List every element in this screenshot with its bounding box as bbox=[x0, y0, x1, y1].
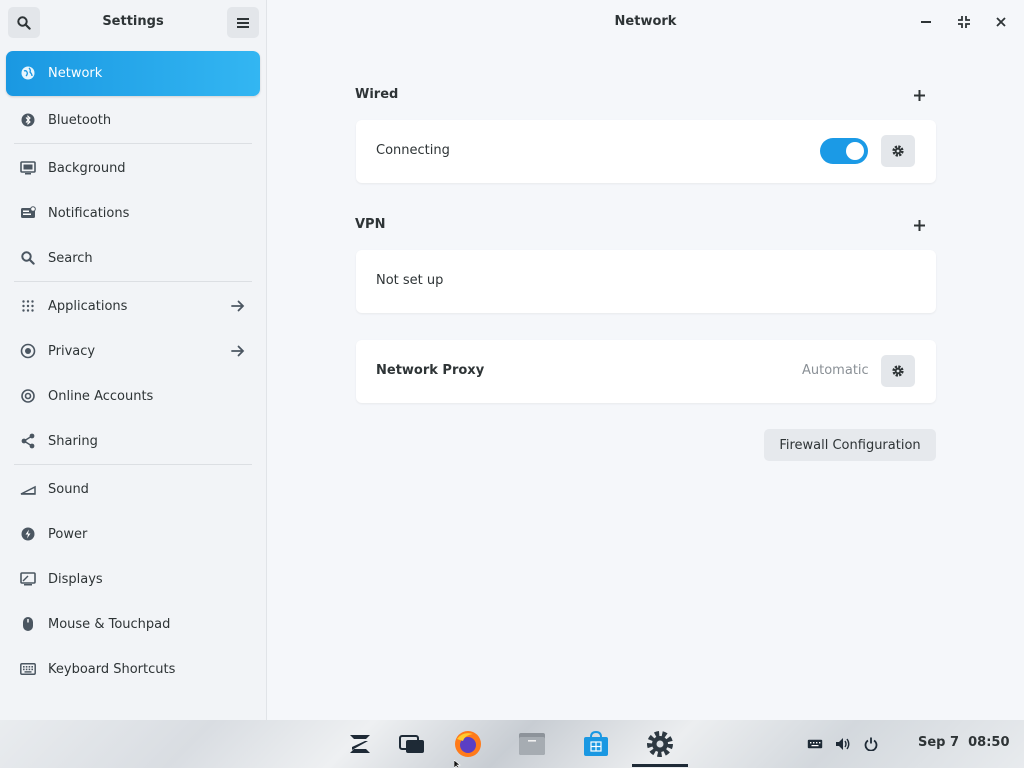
add-wired-button[interactable] bbox=[909, 85, 929, 105]
page-title: Network bbox=[614, 14, 677, 29]
mouse-cursor-icon bbox=[454, 760, 461, 768]
vpn-card: Not set up bbox=[356, 250, 936, 313]
sidebar-item-mouse-touchpad[interactable]: Mouse & Touchpad bbox=[6, 602, 260, 647]
sidebar-item-label: Background bbox=[48, 161, 126, 176]
minimize-icon bbox=[921, 21, 931, 23]
sidebar-item-label: Online Accounts bbox=[48, 389, 154, 404]
proxy-value: Automatic bbox=[802, 363, 869, 378]
privacy-icon bbox=[20, 343, 36, 359]
sidebar-item-keyboard-shortcuts[interactable]: Keyboard Shortcuts bbox=[6, 647, 260, 692]
display-icon bbox=[20, 571, 36, 587]
wired-settings-button[interactable] bbox=[881, 135, 915, 167]
sidebar-item-privacy[interactable]: Privacy bbox=[6, 329, 260, 374]
sidebar-item-background[interactable]: Background bbox=[6, 146, 260, 191]
sidebar-separator bbox=[14, 464, 252, 465]
workspace-icon[interactable] bbox=[396, 728, 428, 760]
sidebar-item-sound[interactable]: Sound bbox=[6, 467, 260, 512]
globe-icon bbox=[20, 65, 36, 81]
sidebar-item-label: Power bbox=[48, 527, 88, 542]
wired-card: Connecting bbox=[356, 120, 936, 183]
proxy-settings-button[interactable] bbox=[881, 355, 915, 387]
zorin-menu-icon[interactable] bbox=[344, 728, 376, 760]
menu-button[interactable] bbox=[227, 7, 259, 38]
arrow-right-icon bbox=[230, 343, 246, 359]
sidebar-item-displays[interactable]: Displays bbox=[6, 557, 260, 602]
sidebar-item-online-accounts[interactable]: Online Accounts bbox=[6, 374, 260, 419]
hamburger-menu-icon bbox=[237, 17, 249, 28]
sidebar-item-label: Search bbox=[48, 251, 93, 266]
sidebar-item-notifications[interactable]: Notifications bbox=[6, 191, 260, 236]
sidebar-item-label: Applications bbox=[48, 299, 128, 314]
clock-time: 08:50 bbox=[968, 735, 1010, 750]
sidebar-item-network[interactable]: Network bbox=[6, 51, 260, 96]
vpn-status: Not set up bbox=[376, 273, 444, 288]
sidebar-item-label: Bluetooth bbox=[48, 113, 112, 128]
sidebar-item-label: Displays bbox=[48, 572, 103, 587]
sidebar-separator bbox=[14, 143, 252, 144]
wired-section-label: Wired bbox=[355, 87, 399, 102]
gear-icon bbox=[892, 365, 904, 377]
sidebar-item-sharing[interactable]: Sharing bbox=[6, 419, 260, 464]
clock-date: Sep 7 bbox=[918, 735, 960, 750]
gear-icon bbox=[892, 145, 904, 157]
sidebar-item-label: Network bbox=[48, 66, 103, 81]
volume-icon[interactable] bbox=[834, 735, 852, 753]
clock[interactable]: Sep 7 08:50 bbox=[918, 735, 1010, 750]
wired-status: Connecting bbox=[376, 143, 450, 158]
sidebar-item-label: Notifications bbox=[48, 206, 130, 221]
sidebar-item-bluetooth[interactable]: Bluetooth bbox=[6, 98, 260, 143]
firewall-configuration-button[interactable]: Firewall Configuration bbox=[764, 429, 936, 461]
sidebar-header: Settings bbox=[0, 0, 266, 45]
search-icon bbox=[20, 250, 36, 266]
arrow-right-icon bbox=[230, 298, 246, 314]
taskbar: Sep 7 08:50 bbox=[0, 720, 1024, 768]
apps-grid-icon bbox=[20, 298, 36, 314]
vpn-section-label: VPN bbox=[355, 217, 386, 232]
keyboard-icon bbox=[20, 661, 36, 677]
background-icon bbox=[20, 160, 36, 176]
wired-toggle[interactable] bbox=[820, 138, 868, 164]
sidebar-item-label: Sharing bbox=[48, 434, 98, 449]
sidebar-separator bbox=[14, 281, 252, 282]
sidebar-item-applications[interactable]: Applications bbox=[6, 284, 260, 329]
sidebar-list: Network Bluetooth Background Notificatio… bbox=[0, 51, 266, 692]
at-sign-icon bbox=[20, 388, 36, 404]
active-app-indicator bbox=[632, 764, 688, 767]
notifications-icon bbox=[20, 205, 36, 221]
sidebar-item-label: Mouse & Touchpad bbox=[48, 617, 171, 632]
add-vpn-button[interactable] bbox=[909, 215, 929, 235]
sidebar-item-label: Privacy bbox=[48, 344, 96, 359]
plus-icon bbox=[913, 219, 925, 231]
mouse-icon bbox=[20, 616, 36, 632]
proxy-label: Network Proxy bbox=[376, 363, 485, 378]
proxy-card[interactable]: Network Proxy Automatic bbox=[356, 340, 936, 403]
sidebar: Settings Network Bluetooth Background No… bbox=[0, 0, 267, 720]
main-panel: Network Wired Connecting VPN Not set up … bbox=[267, 0, 1024, 720]
sidebar-item-label: Sound bbox=[48, 482, 89, 497]
unmaximize-icon bbox=[958, 16, 970, 28]
share-icon bbox=[20, 433, 36, 449]
sidebar-item-search[interactable]: Search bbox=[6, 236, 260, 281]
bluetooth-icon bbox=[20, 112, 36, 128]
power-icon[interactable] bbox=[862, 735, 880, 753]
plus-icon bbox=[913, 89, 925, 101]
settings-gear-icon[interactable] bbox=[644, 728, 676, 760]
software-store-icon[interactable] bbox=[580, 728, 612, 760]
sidebar-item-power[interactable]: Power bbox=[6, 512, 260, 557]
unmaximize-button[interactable] bbox=[954, 12, 974, 32]
power-bolt-icon bbox=[20, 526, 36, 542]
close-button[interactable] bbox=[991, 12, 1011, 32]
files-icon[interactable] bbox=[516, 728, 548, 760]
close-icon bbox=[996, 17, 1006, 27]
keyboard-layout-icon[interactable] bbox=[806, 735, 824, 753]
firefox-icon[interactable] bbox=[452, 728, 484, 760]
toggle-knob bbox=[846, 142, 864, 160]
sound-icon bbox=[20, 481, 36, 497]
sidebar-item-label: Keyboard Shortcuts bbox=[48, 662, 176, 677]
minimize-button[interactable] bbox=[916, 12, 936, 32]
